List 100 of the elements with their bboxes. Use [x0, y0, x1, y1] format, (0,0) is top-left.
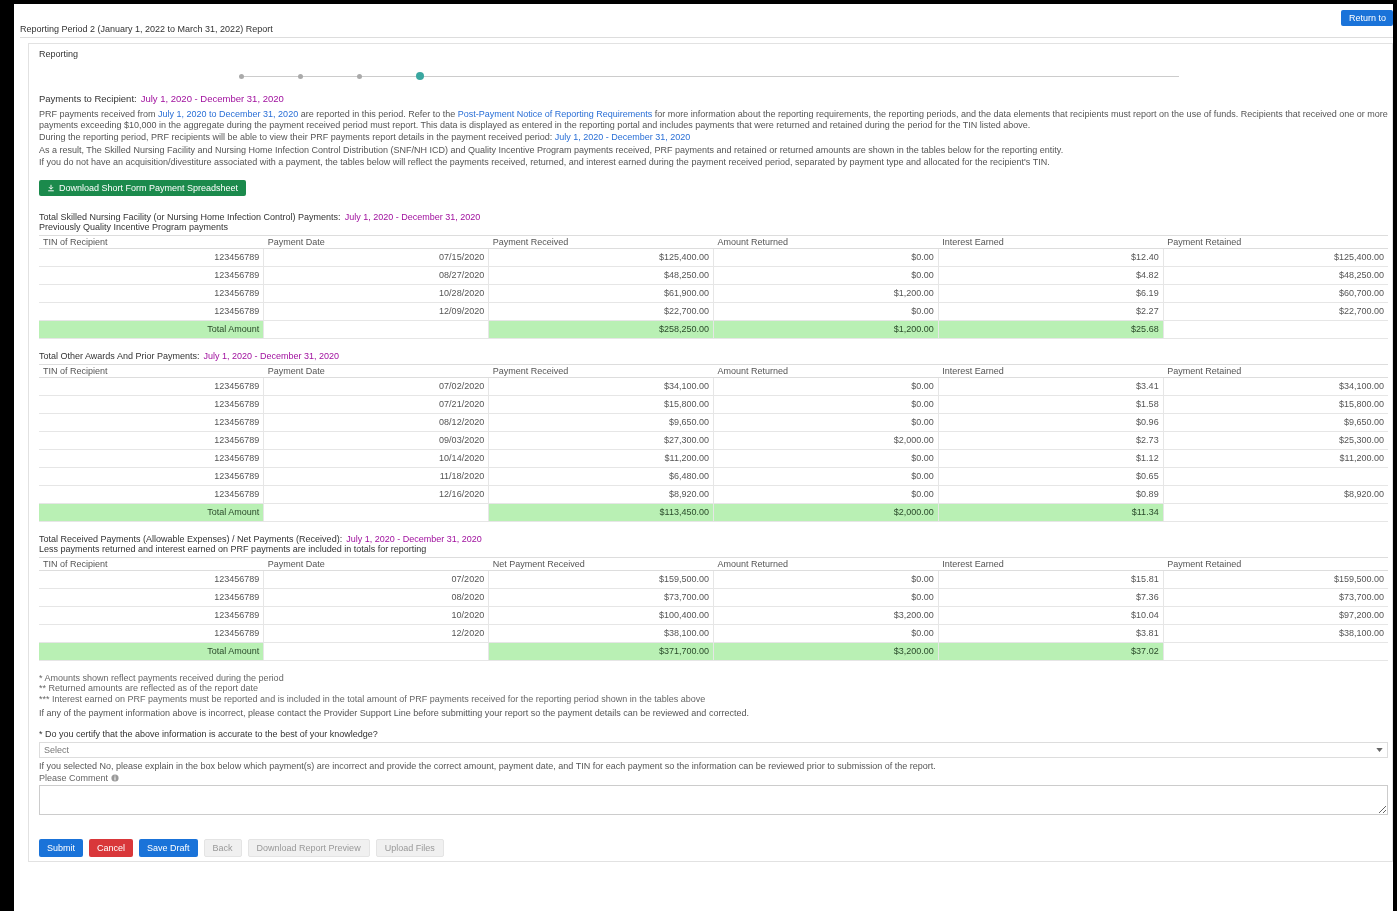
table-cell: $159,500.00: [1163, 570, 1388, 588]
table-cell: $22,700.00: [1163, 302, 1388, 320]
form-button[interactable]: Submit: [39, 839, 83, 857]
table-cell: $10.04: [938, 606, 1164, 624]
table-cell: $0.00: [713, 266, 939, 284]
download-button[interactable]: Download Short Form Payment Spreadsheet: [39, 179, 247, 196]
table-cell: 123456789: [39, 606, 264, 624]
table-cell: $0.00: [713, 302, 939, 320]
table-cell: 10/28/2020: [263, 284, 489, 302]
form-button[interactable]: Cancel: [89, 839, 134, 857]
column-header: Amount Returned: [713, 235, 939, 248]
table-cell: 12/2020: [263, 624, 489, 642]
table-cell: $22,700.00: [488, 302, 714, 320]
table-cell: 123456789: [39, 485, 264, 503]
table-cell: $0.65: [938, 467, 1164, 485]
column-header: Payment Retained: [1163, 364, 1388, 377]
table-cell: $3,200.00: [713, 606, 939, 624]
info-link[interactable]: July 1, 2020 to December 31, 2020: [158, 109, 299, 119]
table-cell: $38,100.00: [1163, 624, 1388, 642]
note-text: If any of the payment information above is incorrect, please contact the Provider Support Line before submitting your report so the payment details can be reviewed and corrected.: [39, 708, 750, 719]
table-cell: 07/02/2020: [263, 377, 489, 395]
table-cell: $0.00: [713, 449, 939, 467]
info-link[interactable]: July 1, 2020 - December 31, 2020: [554, 132, 691, 142]
table-cell: $38,100.00: [488, 624, 714, 642]
table-cell: 12/09/2020: [263, 302, 489, 320]
table-cell: $159,500.00: [488, 570, 714, 588]
table-cell: 07/2020: [263, 570, 489, 588]
section-heading: Payments to Recipient:: [39, 93, 137, 104]
table-cell: 08/2020: [263, 588, 489, 606]
table-period: July 1, 2020 - December 31, 2020: [344, 211, 481, 222]
table-cell: $0.00: [713, 570, 939, 588]
table-cell: $2.27: [938, 302, 1164, 320]
column-header: Payment Received: [488, 235, 714, 248]
return-button[interactable]: Return to: [1341, 10, 1393, 26]
table-cell: $34,100.00: [1163, 377, 1388, 395]
column-header: Payment Retained: [1163, 235, 1388, 248]
column-header: Interest Earned: [938, 235, 1164, 248]
table-cell: $15,800.00: [488, 395, 714, 413]
table-cell: $1,200.00: [713, 284, 939, 302]
table-cell: $1.12: [938, 449, 1164, 467]
footnote: ** Returned amounts are reflected as of the report date: [39, 683, 260, 694]
column-header: Net Payment Received: [488, 557, 714, 570]
table-cell: $0.89: [938, 485, 1164, 503]
table-cell: $73,700.00: [488, 588, 714, 606]
table-cell: $6.19: [938, 284, 1164, 302]
table-cell: $15,800.00: [1163, 395, 1388, 413]
table-cell: 123456789: [39, 449, 264, 467]
step-dot[interactable]: [239, 73, 244, 79]
info-paragraph: PRF payments received from July 1, 2020 to December 31, 2020 are reported in this period. Refer to the Post-Payment Notice of Reporting Requirements for more information about the reporting requirements, the reporting periods, and the data elements that recipients must report on the use of funds. Recipients that received one or more payments exceeding $10,000 in the aggregate during the payment received period must report. This data is displayed as entered in the reporting portal and includes payments that were returned and retained during the period for the TIN listed above.: [39, 109, 1388, 130]
column-header: Payment Date: [263, 557, 489, 570]
footnote: * Amounts shown reflect payments received during the period: [39, 672, 285, 683]
table-cell: $11,200.00: [488, 449, 714, 467]
table-period: July 1, 2020 - December 31, 2020: [203, 350, 339, 361]
table-cell: $2.73: [938, 431, 1164, 449]
table-cell: $60,700.00: [1163, 284, 1388, 302]
column-header: TIN of Recipient: [39, 235, 264, 248]
form-button[interactable]: Save Draft: [139, 839, 198, 857]
certify-select[interactable]: Select: [39, 741, 1388, 758]
table-cell: $0.00: [713, 395, 939, 413]
step-dot[interactable]: [298, 73, 303, 79]
table-title: Total Skilled Nursing Facility (or Nursing Home Infection Control) Payments:: [39, 211, 341, 222]
question-label: * Do you certify that the above information is accurate to the best of your knowledge?: [39, 728, 379, 739]
table-cell: $0.00: [713, 467, 939, 485]
table-period: July 1, 2020 - December 31, 2020: [346, 533, 482, 544]
table-cell: $73,700.00: [1163, 588, 1388, 606]
table-cell: $48,250.00: [488, 266, 714, 284]
table-cell: $3.41: [938, 377, 1164, 395]
table-cell: 123456789: [39, 284, 264, 302]
table-cell: $7.36: [938, 588, 1164, 606]
table-cell: $27,300.00: [488, 431, 714, 449]
footnote: *** Interest earned on PRF payments must be reported and is included in the total amount of PRF payments received for the reporting period shown in the tables above: [39, 693, 707, 704]
table-cell: 123456789: [39, 395, 264, 413]
table-cell: $0.00: [713, 377, 939, 395]
table-cell: $125,400.00: [488, 248, 714, 266]
column-header: Payment Received: [488, 364, 714, 377]
table-cell: 08/27/2020: [263, 266, 489, 284]
table-cell: $8,920.00: [1163, 485, 1388, 503]
column-header: Interest Earned: [938, 557, 1164, 570]
column-header: Amount Returned: [713, 364, 939, 377]
table-cell: 123456789: [39, 248, 264, 266]
step-dot[interactable]: [357, 73, 362, 79]
table-cell: $61,900.00: [488, 284, 714, 302]
info-paragraph: As a result, The Skilled Nursing Facility and Nursing Home Infection Control Distribution (SNF/NH ICD) and Quality Incentive Program payments received, PRF payments and retained or returned amounts are shown in the tables below for the reporting entity.: [39, 144, 1065, 155]
table-cell: $100,400.00: [488, 606, 714, 624]
table-cell: 123456789: [39, 302, 264, 320]
table-cell: 123456789: [39, 431, 264, 449]
table-cell: 123456789: [39, 624, 264, 642]
table-cell: $4.82: [938, 266, 1164, 284]
step-dot[interactable]: [416, 72, 424, 80]
column-header: Payment Date: [263, 364, 489, 377]
page-title: Reporting Period 2 (January 1, 2022 to March 31, 2022) Report: [20, 24, 273, 34]
info-link[interactable]: Post-Payment Notice of Reporting Requirements: [457, 109, 653, 119]
table-cell: $6,480.00: [488, 467, 714, 485]
table-subtitle: Less payments returned and interest earned on PRF payments are included in totals for reporting: [39, 543, 428, 554]
table-cell: $9,650.00: [1163, 413, 1388, 431]
table-cell: $9,650.00: [488, 413, 714, 431]
table-cell: 123456789: [39, 377, 264, 395]
column-header: Payment Date: [263, 235, 489, 248]
download-icon: [47, 183, 55, 192]
comment-field[interactable]: [39, 785, 1388, 815]
